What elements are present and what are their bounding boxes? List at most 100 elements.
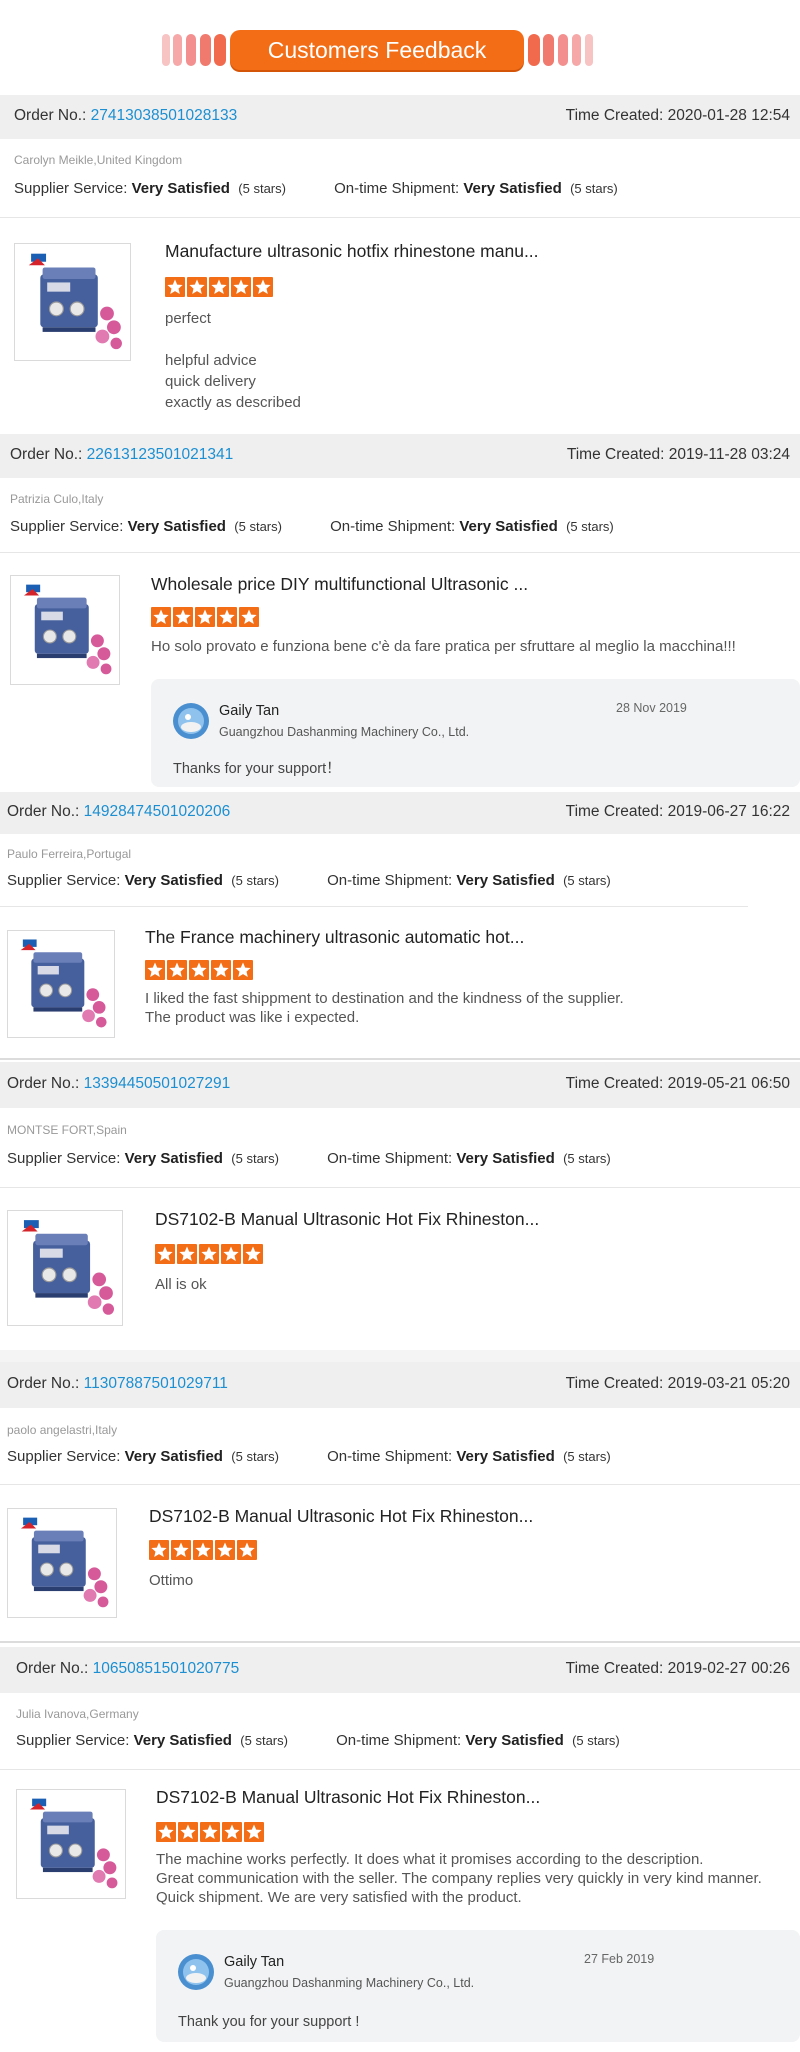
product-title[interactable]: DS7102-B Manual Ultrasonic Hot Fix Rhine…: [155, 1209, 539, 1230]
reply-date: 27 Feb 2019: [584, 1952, 655, 1966]
time-created-value: 2019-06-27 16:22: [667, 803, 790, 820]
order-number: Order No.: 11307887501029711: [7, 1375, 228, 1393]
star-icon: [199, 1244, 219, 1264]
supplier-stars-text: (5 stars): [240, 1733, 288, 1748]
product-thumbnail[interactable]: [7, 1508, 117, 1618]
star-icon: [155, 1244, 175, 1264]
star-icon: [231, 277, 251, 297]
ratings-row: Supplier Service: Very Satisfied (5 star…: [14, 180, 618, 197]
supplier-service-label: Supplier Service:: [7, 872, 121, 889]
divider: [0, 1484, 800, 1485]
shipment-label: On-time Shipment:: [334, 180, 460, 197]
time-created: Time Created: 2019-03-21 05:20: [566, 1375, 790, 1393]
star-icon: [221, 1244, 241, 1264]
review-card: Order No.: 11307887501029711 Time Create…: [0, 1362, 800, 1643]
review-card: Order No.: 10650851501020775 Time Create…: [0, 1647, 800, 2052]
supplier-rating: Very Satisfied: [124, 872, 223, 889]
product-thumbnail[interactable]: [16, 1789, 126, 1899]
ratings-row: Supplier Service: Very Satisfied (5 star…: [7, 1448, 611, 1465]
product-title[interactable]: Wholesale price DIY multifunctional Ultr…: [151, 574, 528, 595]
supplier-rating: Very Satisfied: [133, 1732, 232, 1749]
time-created-value: 2019-02-27 00:26: [667, 1660, 790, 1677]
star-rating: [165, 277, 275, 302]
time-created-label: Time Created:: [565, 107, 664, 124]
star-icon: [189, 960, 209, 980]
shipment-stars-text: (5 stars): [563, 1449, 611, 1464]
reply-company[interactable]: Guangzhou Dashanming Machinery Co., Ltd.: [219, 725, 469, 739]
time-created-value: 2019-05-21 06:50: [667, 1075, 790, 1092]
reply-text: Thank you for your support !: [178, 2014, 360, 2030]
star-icon: [195, 607, 215, 627]
order-number-link[interactable]: 27413038501028133: [91, 107, 238, 124]
star-icon: [145, 960, 165, 980]
supplier-service-label: Supplier Service:: [10, 518, 124, 535]
customer-name: Patrizia Culo,Italy: [10, 492, 104, 506]
shipment-label: On-time Shipment:: [336, 1732, 462, 1749]
order-number-link[interactable]: 22613123501021341: [87, 446, 234, 463]
shipment-rating: Very Satisfied: [465, 1732, 564, 1749]
comment-line: [165, 329, 301, 350]
divider: [0, 217, 800, 218]
order-number: Order No.: 22613123501021341: [10, 446, 233, 464]
customer-name: Carolyn Meikle,United Kingdom: [14, 153, 183, 167]
product-thumbnail[interactable]: [10, 575, 120, 685]
supplier-service-label: Supplier Service:: [7, 1150, 121, 1167]
product-title[interactable]: DS7102-B Manual Ultrasonic Hot Fix Rhine…: [149, 1506, 533, 1527]
order-number-link[interactable]: 11307887501029711: [84, 1375, 228, 1392]
reply-company[interactable]: Guangzhou Dashanming Machinery Co., Ltd.: [224, 1976, 474, 1990]
page-title: Customers Feedback: [230, 30, 524, 70]
star-rating: [145, 960, 255, 985]
comment-line: perfect: [165, 310, 211, 327]
banner-stripe: [173, 34, 182, 66]
review-comment: I liked the fast shippment to destinatio…: [145, 989, 624, 1027]
product-thumbnail[interactable]: [7, 1210, 123, 1326]
shipment-rating: Very Satisfied: [456, 1448, 555, 1465]
shipment-rating: Very Satisfied: [456, 1150, 555, 1167]
time-created: Time Created: 2019-11-28 03:24: [567, 446, 790, 464]
product-title[interactable]: The France machinery ultrasonic automati…: [145, 927, 524, 948]
seller-reply: Gaily Tan Guangzhou Dashanming Machinery…: [151, 679, 800, 787]
order-number-link[interactable]: 10650851501020775: [93, 1660, 240, 1677]
time-created-label: Time Created:: [565, 1375, 664, 1392]
star-icon: [200, 1822, 220, 1842]
star-icon: [244, 1822, 264, 1842]
order-number-link[interactable]: 13394450501027291: [84, 1075, 231, 1092]
time-created-label: Time Created:: [566, 446, 665, 463]
supplier-stars-text: (5 stars): [238, 181, 286, 196]
comment-line: All is ok: [155, 1276, 207, 1293]
order-number-label: Order No.:: [10, 446, 83, 463]
product-thumbnail[interactable]: [7, 930, 115, 1038]
shipment-label: On-time Shipment:: [327, 1448, 453, 1465]
banner-stripe: [543, 34, 554, 66]
banner-stripe: [572, 34, 581, 66]
time-created-label: Time Created:: [565, 1075, 664, 1092]
product-title[interactable]: Manufacture ultrasonic hotfix rhinestone…: [165, 241, 539, 262]
comment-line: The machine works perfectly. It does wha…: [156, 1851, 704, 1868]
review-card: Order No.: 27413038501028133 Time Create…: [0, 95, 800, 434]
product-title[interactable]: DS7102-B Manual Ultrasonic Hot Fix Rhine…: [156, 1787, 540, 1808]
order-bar: Order No.: 14928474501020206 Time Create…: [0, 792, 800, 834]
shipment-stars-text: (5 stars): [570, 181, 618, 196]
time-created-label: Time Created:: [565, 803, 664, 820]
comment-line: exactly as described: [165, 394, 301, 411]
product-thumbnail[interactable]: [14, 243, 131, 361]
ratings-row: Supplier Service: Very Satisfied (5 star…: [7, 872, 611, 889]
banner-stripe: [214, 34, 226, 66]
divider: [0, 1187, 800, 1188]
shipment-stars-text: (5 stars): [563, 873, 611, 888]
seller-reply: Gaily Tan Guangzhou Dashanming Machinery…: [156, 1930, 800, 2042]
order-number-label: Order No.:: [7, 803, 80, 820]
time-created-value: 2020-01-28 12:54: [667, 107, 790, 124]
order-bar: Order No.: 13394450501027291 Time Create…: [0, 1062, 800, 1108]
star-icon: [151, 607, 171, 627]
banner-stripe: [200, 34, 211, 66]
supplier-stars-text: (5 stars): [234, 519, 282, 534]
order-number-link[interactable]: 14928474501020206: [84, 803, 231, 820]
supplier-service-label: Supplier Service:: [7, 1448, 121, 1465]
time-created: Time Created: 2019-02-27 00:26: [566, 1660, 790, 1678]
time-created-value: 2019-11-28 03:24: [668, 446, 790, 463]
review-comment: Ottimo: [149, 1570, 193, 1591]
feedback-banner: Customers Feedback: [0, 0, 800, 95]
order-number-label: Order No.:: [7, 1075, 80, 1092]
time-created: Time Created: 2020-01-28 12:54: [566, 107, 790, 125]
